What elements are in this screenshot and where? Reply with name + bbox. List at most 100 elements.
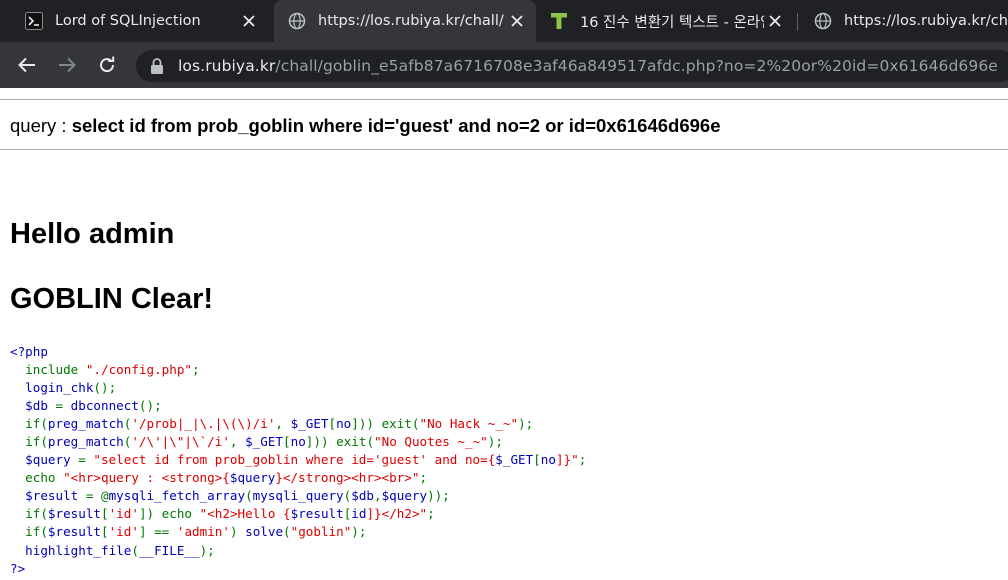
code-token: login_chk — [10, 380, 94, 396]
code-token: dbconnect — [70, 398, 139, 414]
code-token: no — [540, 452, 556, 468]
code-token: preg_match — [47, 434, 124, 450]
code-line: highlight_file(__FILE__); — [10, 542, 586, 560]
code-line: $db = dbconnect(); — [10, 397, 586, 415]
code-token: ); — [518, 416, 534, 432]
tab-hex-converter[interactable]: 16 진수 변환기 텍스트 - 온라인 — [538, 0, 800, 42]
code-token: $db — [10, 398, 56, 414]
code-token: ); — [351, 524, 367, 540]
code-token: $query — [229, 470, 276, 486]
code-token: ( — [245, 488, 253, 504]
code-line: $result = @mysqli_fetch_array(mysqli_que… — [10, 487, 586, 505]
code-token: [ — [283, 434, 291, 450]
code-token: ( — [283, 524, 291, 540]
code-token: '/\'|\"|\`/i' — [131, 434, 230, 450]
code-token: if( — [10, 416, 48, 432]
globe-icon — [814, 12, 832, 30]
code-token: ; — [427, 506, 435, 522]
code-token: if( — [10, 524, 48, 540]
code-token: no — [336, 416, 352, 432]
code-token: [ — [328, 416, 337, 432]
code-token: ; — [578, 452, 587, 468]
reload-button[interactable] — [94, 52, 120, 78]
code-token: ); — [199, 542, 215, 558]
close-tab-icon[interactable] — [240, 12, 258, 30]
code-token: , — [374, 488, 382, 504]
code-token: if( — [10, 434, 48, 450]
code-token: $result — [47, 506, 101, 522]
code-token: "goblin" — [290, 524, 352, 540]
tab-los-rubiya[interactable]: https://los.rubiya.kr/chall/ — [800, 0, 1008, 42]
code-line: echo "<hr>query : <strong>{$query}</stro… — [10, 469, 586, 487]
code-token: $_GET — [290, 416, 329, 432]
close-tab-icon[interactable] — [766, 12, 784, 30]
tab-title: Lord of SQLInjection — [55, 13, 201, 29]
tab-title: 16 진수 변환기 텍스트 - 온라인 — [580, 14, 764, 31]
code-line: if($result['id'] == 'admin') solve("gobl… — [10, 523, 586, 541]
tab-separator — [797, 13, 798, 31]
code-token: 'admin' — [176, 524, 230, 540]
code-token: "No Hack ~_~" — [419, 416, 519, 432]
tab-title: https://los.rubiya.kr/chall/ — [844, 13, 1008, 29]
tab-lord-of-sqlinjection[interactable]: Lord of SQLInjection — [0, 0, 268, 42]
code-token: [ — [533, 452, 541, 468]
code-token: $_GET — [245, 434, 284, 450]
code-token: solve — [245, 524, 284, 540]
code-token: ) — [229, 524, 246, 540]
code-token: = — [55, 398, 71, 414]
tab-strip: Lord of SQLInjection https://los.rubiya.… — [0, 0, 1008, 42]
code-line: if($result['id']) echo "<h2>Hello {$resu… — [10, 505, 586, 523]
code-token: 'id' — [108, 524, 139, 540]
code-token: <?php — [10, 344, 48, 359]
bottom-hr — [0, 149, 1008, 150]
code-token: ]}" — [555, 452, 579, 468]
code-token: $result — [10, 488, 86, 504]
code-token: '/prob|_|\.|\(\)/i' — [131, 416, 276, 432]
code-token: ?> — [10, 560, 26, 576]
code-token: "./config.php" — [85, 362, 192, 378]
code-token: include — [10, 362, 86, 378]
back-button[interactable] — [14, 52, 40, 78]
code-token: mysqli_query — [252, 488, 344, 504]
code-token: ])) exit( — [351, 416, 420, 432]
query-line: query : select id from prob_goblin where… — [10, 115, 721, 137]
code-token: [ — [101, 524, 109, 540]
code-token: ] == — [138, 524, 177, 540]
tab-goblin-active[interactable]: https://los.rubiya.kr/chall/goblin — [274, 0, 536, 42]
query-text: select id from prob_goblin where id='gue… — [71, 115, 721, 136]
code-token: )); — [427, 488, 450, 504]
forward-button[interactable] — [54, 52, 80, 78]
code-token: ( — [131, 542, 139, 558]
code-token: ])) exit( — [305, 434, 375, 450]
globe-icon — [288, 12, 306, 30]
code-token: $_GET — [495, 452, 534, 468]
code-token: "<hr>query : <strong>{ — [63, 470, 230, 486]
code-token: [ — [101, 506, 109, 522]
code-token: (); — [93, 380, 117, 396]
code-token: }</strong><hr><br>" — [275, 470, 420, 486]
close-tab-icon[interactable] — [508, 12, 526, 30]
code-token: highlight_file — [10, 542, 132, 558]
code-token: 'id' — [108, 506, 139, 522]
code-token: ]) echo — [138, 506, 200, 522]
query-label: query : — [10, 115, 72, 136]
top-hr — [0, 99, 1008, 100]
code-line: <?php — [10, 343, 586, 361]
code-token: ]}</h2>" — [366, 506, 428, 522]
url-host: los.rubiya.kr — [178, 57, 276, 75]
code-token: preg_match — [47, 416, 124, 432]
code-token: ); — [487, 434, 503, 450]
code-token: __FILE__ — [138, 542, 200, 558]
code-token: "<h2>Hello { — [199, 506, 291, 522]
php-source-code: <?php include "./config.php"; login_chk(… — [10, 343, 586, 578]
tab-title: https://los.rubiya.kr/chall/goblin — [318, 13, 504, 29]
url-path: /chall/goblin_e5afb87a6716708e3af46a8495… — [275, 57, 998, 75]
code-token: , — [229, 434, 246, 450]
code-token: ; — [191, 362, 200, 378]
code-token: (); — [138, 398, 162, 414]
clear-heading: GOBLIN Clear! — [10, 283, 214, 315]
address-bar[interactable]: los.rubiya.kr/chall/goblin_e5afb87a67167… — [136, 50, 1008, 82]
url-text: los.rubiya.kr/chall/goblin_e5afb87a67167… — [178, 57, 998, 75]
terminal-icon — [25, 12, 43, 30]
code-token: , — [275, 416, 291, 432]
